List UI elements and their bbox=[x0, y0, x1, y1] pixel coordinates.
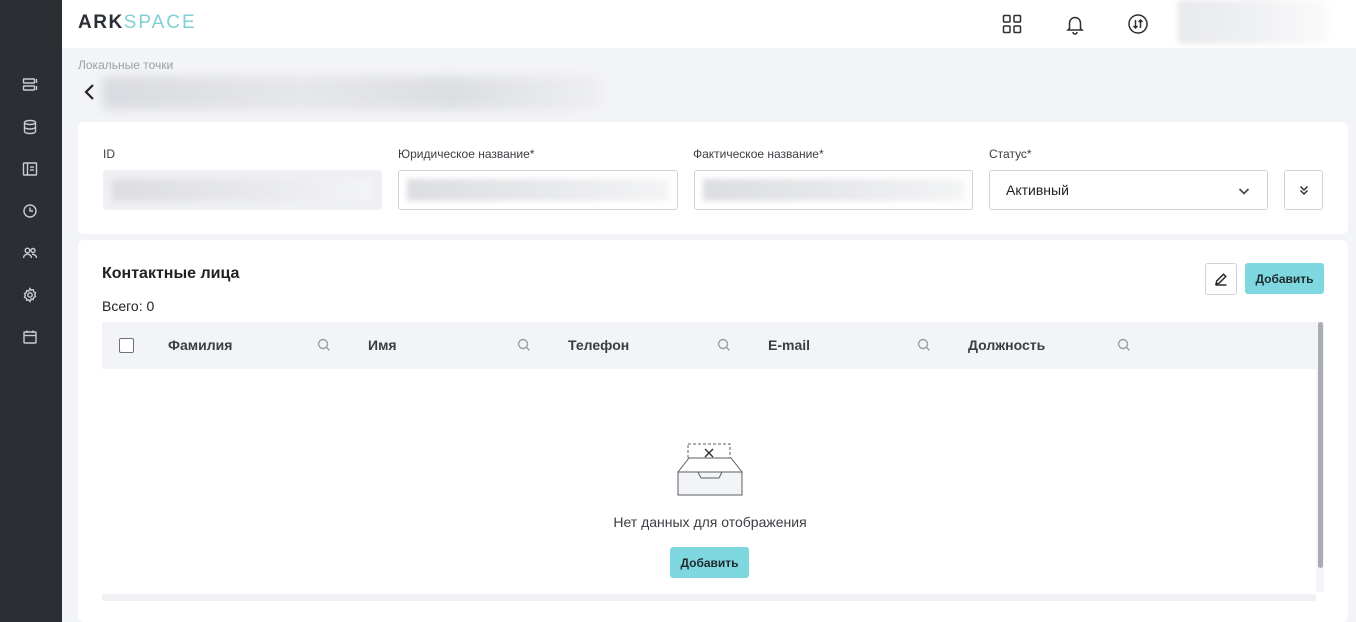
switch-arrows-icon[interactable] bbox=[1126, 12, 1150, 36]
column-header-name[interactable]: Имя bbox=[368, 337, 397, 353]
database-icon[interactable] bbox=[21, 118, 39, 136]
contacts-card: Контактные лица Всего: 0 Добавить Фамили… bbox=[78, 240, 1348, 622]
empty-inbox-icon bbox=[677, 443, 743, 496]
apps-grid-icon[interactable] bbox=[1000, 12, 1024, 36]
actual-name-field[interactable] bbox=[694, 170, 973, 210]
app-logo[interactable]: ARKSPACE bbox=[78, 12, 197, 34]
legal-name-field[interactable] bbox=[398, 170, 678, 210]
id-label: ID bbox=[103, 147, 115, 161]
chevron-down-icon bbox=[1237, 184, 1251, 198]
horizontal-scrollbar[interactable] bbox=[102, 594, 1316, 601]
column-header-position[interactable]: Должность bbox=[968, 337, 1045, 353]
bell-icon[interactable] bbox=[1063, 12, 1087, 36]
edit-button[interactable] bbox=[1205, 263, 1237, 295]
breadcrumb-link[interactable]: Локальные точки bbox=[78, 58, 173, 72]
add-contact-empty-button[interactable]: Добавить bbox=[670, 547, 749, 578]
search-icon[interactable] bbox=[917, 338, 931, 352]
id-value bbox=[112, 179, 373, 201]
top-bar: ARKSPACE bbox=[62, 0, 1356, 48]
settings-gear-icon[interactable] bbox=[21, 286, 39, 304]
contacts-title: Контактные лица bbox=[102, 265, 240, 282]
layout-icon[interactable] bbox=[21, 160, 39, 178]
column-header-phone[interactable]: Телефон bbox=[568, 337, 629, 353]
add-contact-button[interactable]: Добавить bbox=[1245, 263, 1324, 294]
select-all-checkbox[interactable] bbox=[119, 338, 134, 353]
logo-ark-text: ARK bbox=[78, 12, 124, 33]
users-icon[interactable] bbox=[21, 244, 39, 262]
actual-name-value bbox=[703, 179, 964, 201]
search-icon[interactable] bbox=[317, 338, 331, 352]
contacts-total-count: Всего: 0 bbox=[102, 298, 155, 314]
status-select[interactable]: Активный bbox=[989, 170, 1268, 210]
back-arrow-icon[interactable] bbox=[82, 82, 98, 102]
vertical-scrollbar[interactable] bbox=[1318, 322, 1323, 568]
search-icon[interactable] bbox=[517, 338, 531, 352]
clock-icon[interactable] bbox=[21, 202, 39, 220]
double-chevron-down-icon bbox=[1299, 185, 1308, 196]
search-icon[interactable] bbox=[717, 338, 731, 352]
page-title bbox=[102, 76, 602, 110]
status-label: Статус* bbox=[989, 147, 1032, 161]
legal-name-label: Юридическое название* bbox=[398, 147, 535, 161]
expand-details-button[interactable] bbox=[1284, 170, 1323, 210]
pencil-icon bbox=[1215, 273, 1227, 286]
sidebar bbox=[0, 0, 62, 622]
user-profile-avatar[interactable] bbox=[1178, 0, 1328, 44]
legal-name-value bbox=[407, 179, 669, 201]
calendar-icon[interactable] bbox=[21, 328, 39, 346]
details-card: ID Юридическое название* Фактическое наз… bbox=[78, 122, 1348, 234]
actual-name-label: Фактическое название* bbox=[693, 147, 824, 161]
id-field bbox=[103, 170, 382, 210]
logo-space-text: SPACE bbox=[123, 12, 197, 33]
server-list-icon[interactable] bbox=[21, 76, 39, 94]
search-icon[interactable] bbox=[1117, 338, 1131, 352]
contacts-table-header: Фамилия Имя Телефон E-mail Должность bbox=[102, 322, 1316, 369]
status-select-value: Активный bbox=[1006, 182, 1069, 198]
empty-state-text: Нет данных для отображения bbox=[613, 514, 807, 530]
column-header-email[interactable]: E-mail bbox=[768, 337, 810, 353]
column-header-surname[interactable]: Фамилия bbox=[168, 337, 232, 353]
